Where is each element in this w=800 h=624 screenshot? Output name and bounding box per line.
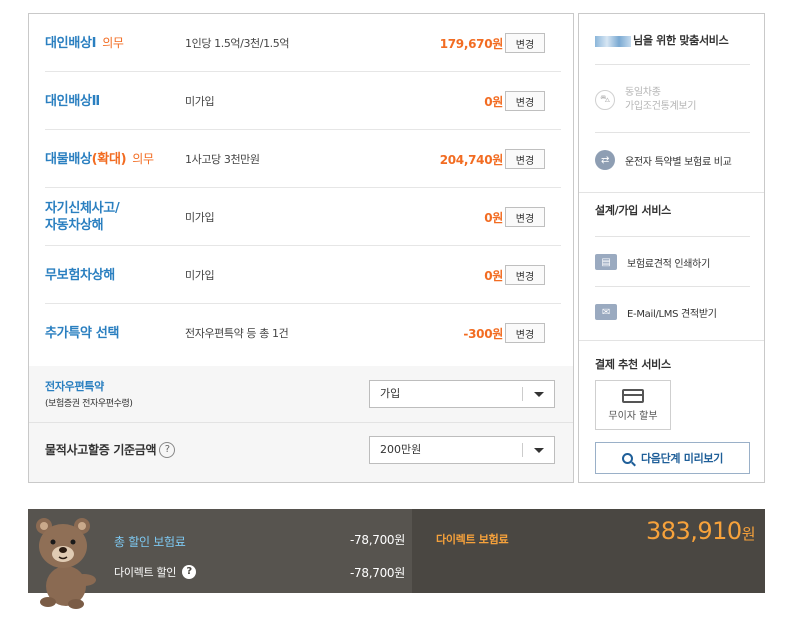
- car-icon: ⛍: [595, 90, 615, 110]
- coverage-price: 0원: [484, 268, 503, 283]
- total-discount-label: 총 할인 보험료: [114, 535, 186, 549]
- print-quote-link[interactable]: ▤ 보험료견적 인쇄하기: [595, 254, 710, 270]
- divider: [595, 132, 750, 133]
- property-threshold-select[interactable]: 200만원: [369, 436, 555, 464]
- mandatory-tag: 의무: [102, 35, 124, 50]
- property-threshold-label: 물적사고할증 기준금액 ?: [45, 441, 176, 458]
- direct-premium-value: 383,910원: [645, 517, 756, 545]
- chevron-down-icon: [534, 392, 544, 397]
- coverage-price: 0원: [484, 94, 503, 109]
- search-icon: [621, 452, 633, 464]
- same-car-stats-link[interactable]: ⛍ 동일차종 가입조건통계보기: [595, 86, 697, 114]
- side-service-panel: 님을 위한 맞춤서비스 ⛍ 동일차종 가입조건통계보기 ⇄ 운전자 특약별 보험료…: [578, 13, 765, 483]
- select-divider: [522, 387, 523, 401]
- coverage-name: 추가특약 선택: [45, 325, 120, 341]
- payment-service-title: 결제 추천 서비스: [595, 358, 671, 371]
- credit-card-icon: [622, 389, 644, 403]
- design-service-title: 설계/가입 서비스: [595, 204, 671, 217]
- coverage-name: 대인배상Ⅰ 의무: [45, 35, 124, 51]
- change-button[interactable]: 변경: [505, 265, 545, 285]
- change-button[interactable]: 변경: [505, 33, 545, 53]
- coverage-price: 0원: [484, 210, 503, 225]
- divider: [579, 192, 764, 193]
- coverage-desc: 미가입: [185, 95, 215, 108]
- change-button[interactable]: 변경: [505, 91, 545, 111]
- no-interest-installment-button[interactable]: 무이자 할부: [595, 380, 671, 430]
- blurred-username: [595, 35, 631, 47]
- change-button[interactable]: 변경: [505, 149, 545, 169]
- coverage-name-highlight: (확대): [91, 151, 127, 167]
- direct-discount-label: 다이렉트 할인 ?: [114, 564, 197, 580]
- property-threshold-value: 200만원: [380, 443, 422, 456]
- no-interest-label: 무이자 할부: [608, 411, 658, 422]
- divider: [595, 236, 750, 237]
- coverage-name: 대인배상Ⅱ: [45, 93, 100, 109]
- coverage-price: 179,670원: [439, 36, 504, 51]
- coverage-row-property-damage: 대물배상 (확대) 의무 1사고당 3천만원 204,740원 변경: [45, 130, 561, 188]
- custom-service-title: 님을 위한 맞춤서비스: [595, 32, 729, 48]
- ebond-label: 전자우편특약: [45, 380, 104, 393]
- coverage-name: 무보험차상해: [45, 267, 115, 283]
- total-discount-value: -78,700원: [350, 533, 405, 547]
- coverage-price: -300원: [463, 326, 503, 341]
- divider: [595, 64, 750, 65]
- chevron-down-icon: [534, 448, 544, 453]
- bear-mascot-icon: [36, 518, 96, 609]
- divider: [29, 422, 573, 423]
- coverage-row-self-injury: 자기신체사고/자동차상해 미가입 0원 변경: [45, 188, 561, 246]
- divider: [595, 286, 750, 287]
- change-button[interactable]: 변경: [505, 323, 545, 343]
- help-icon[interactable]: ?: [159, 441, 176, 458]
- mail-icon: ✉: [595, 304, 617, 320]
- ebond-select-value: 가입: [380, 387, 401, 400]
- coverage-panel: 대인배상Ⅰ 의무 1인당 1.5억/3천/1.5억 179,670원 변경 대인배…: [28, 13, 574, 483]
- coverage-desc: 미가입: [185, 211, 215, 224]
- direct-premium-label: 다이렉트 보험료: [436, 533, 509, 546]
- options-area: 전자우편특약 (보험증권 전자우편수령) 가입 물적사고할증 기준금액 ? 20…: [29, 366, 573, 482]
- coverage-name: 자기신체사고/자동차상해: [45, 201, 120, 233]
- coverage-desc: 1인당 1.5억/3천/1.5억: [185, 37, 290, 50]
- ebond-select[interactable]: 가입: [369, 380, 555, 408]
- next-step-preview-button[interactable]: 다음단계 미리보기: [595, 442, 750, 474]
- direct-discount-value: -78,700원: [350, 566, 405, 580]
- driver-rider-compare-link[interactable]: ⇄ 운전자 특약별 보험료 비교: [595, 150, 732, 170]
- coverage-desc: 미가입: [185, 269, 215, 282]
- premium-total-area: 다이렉트 보험료 383,910원: [412, 509, 765, 593]
- ebond-sublabel: (보험증권 전자우편수령): [45, 399, 133, 409]
- premium-summary-bar: 총 할인 보험료 -78,700원 다이렉트 할인 ? -78,700원 다이렉…: [28, 509, 765, 593]
- change-button[interactable]: 변경: [505, 207, 545, 227]
- coverage-desc: 전자우편특약 등 총 1건: [185, 327, 289, 340]
- help-icon[interactable]: ?: [182, 565, 197, 579]
- printer-icon: ▤: [595, 254, 617, 270]
- compare-icon: ⇄: [595, 150, 615, 170]
- coverage-row-bodily-injury-1: 대인배상Ⅰ 의무 1인당 1.5억/3천/1.5억 179,670원 변경: [45, 14, 561, 72]
- coverage-name: 대물배상 (확대) 의무: [45, 151, 154, 167]
- divider: [579, 340, 764, 341]
- coverage-row-bodily-injury-2: 대인배상Ⅱ 미가입 0원 변경: [45, 72, 561, 130]
- email-quote-link[interactable]: ✉ E-Mail/LMS 견적받기: [595, 304, 717, 320]
- coverage-row-uninsured-vehicle: 무보험차상해 미가입 0원 변경: [45, 246, 561, 304]
- coverage-price: 204,740원: [439, 152, 504, 167]
- select-divider: [522, 443, 523, 457]
- coverage-row-additional-rider: 추가특약 선택 전자우편특약 등 총 1건 -300원 변경: [45, 304, 561, 362]
- coverage-desc: 1사고당 3천만원: [185, 153, 260, 166]
- mandatory-tag: 의무: [132, 151, 154, 166]
